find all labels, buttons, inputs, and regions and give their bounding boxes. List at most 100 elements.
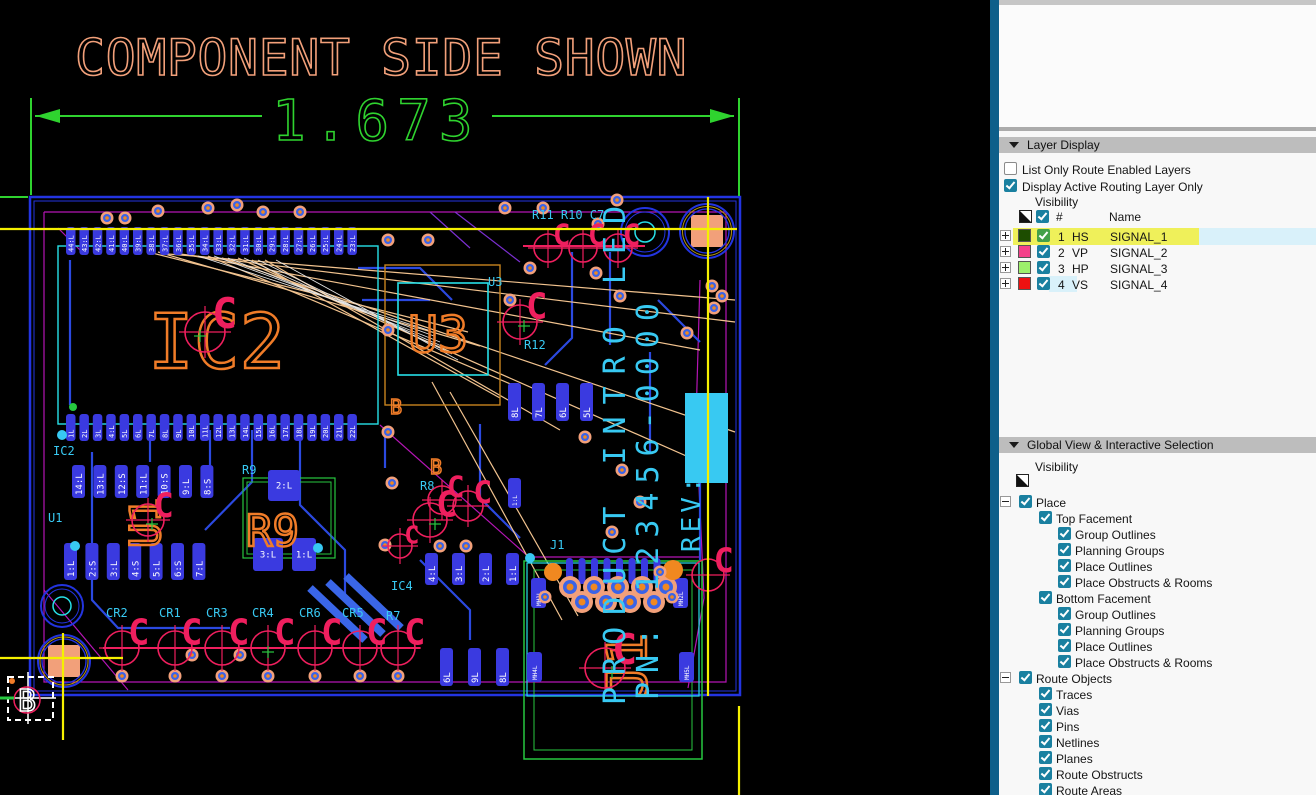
tree-checkbox[interactable] — [1058, 623, 1071, 636]
svg-text:2:L: 2:L — [276, 482, 292, 492]
layer-display-header[interactable]: Layer Display — [999, 137, 1316, 153]
visibility-all-icon[interactable] — [1019, 210, 1032, 223]
tree-item-label[interactable]: Netlines — [1056, 736, 1099, 750]
list-only-route-enabled-checkbox[interactable] — [1004, 162, 1017, 175]
svg-text:C: C — [404, 521, 419, 550]
layer-number[interactable]: 1 — [1058, 230, 1065, 244]
tree-item-label[interactable]: Top Facement — [1056, 512, 1132, 526]
layer-visibility-checkbox[interactable] — [1037, 261, 1050, 274]
layer-code[interactable]: VP — [1072, 246, 1088, 260]
layer-color-swatch[interactable] — [1018, 229, 1031, 242]
tree-checkbox[interactable] — [1039, 703, 1052, 716]
collapse-triangle-icon[interactable] — [1009, 142, 1019, 148]
layer-name[interactable]: SIGNAL_4 — [1110, 278, 1167, 292]
layer-code[interactable]: HP — [1072, 262, 1089, 276]
svg-text:6L: 6L — [135, 430, 143, 438]
layer-expand-icon[interactable] — [1000, 278, 1011, 289]
tree-item-label[interactable]: Group Outlines — [1075, 608, 1156, 622]
global-view-header[interactable]: Global View & Interactive Selection — [999, 437, 1316, 453]
tree-item-label[interactable]: Group Outlines — [1075, 528, 1156, 542]
tree-checkbox[interactable] — [1019, 671, 1032, 684]
tree-checkbox[interactable] — [1039, 735, 1052, 748]
layer-number[interactable]: 4 — [1058, 278, 1065, 292]
layer-code[interactable]: HS — [1072, 230, 1089, 244]
visibility-all-checkbox[interactable] — [1036, 210, 1049, 223]
svg-text:27:L: 27:L — [295, 235, 303, 252]
tree-item-label[interactable]: Planes — [1056, 752, 1093, 766]
tree-checkbox[interactable] — [1019, 495, 1032, 508]
svg-text:28:L: 28:L — [282, 235, 290, 252]
svg-text:CR3: CR3 — [206, 606, 228, 620]
layer-visibility-checkbox[interactable] — [1037, 245, 1050, 258]
tree-item-label[interactable]: Place Obstructs & Rooms — [1075, 656, 1212, 670]
tree-checkbox[interactable] — [1058, 527, 1071, 540]
svg-text:6:S: 6:S — [174, 561, 184, 577]
svg-text:IC4: IC4 — [391, 579, 413, 593]
layer-number[interactable]: 2 — [1058, 246, 1065, 260]
layer-visibility-checkbox[interactable] — [1037, 229, 1050, 242]
svg-text:38:L: 38:L — [148, 235, 156, 252]
tree-item-label[interactable]: Pins — [1056, 720, 1079, 734]
svg-text:7L: 7L — [535, 407, 545, 418]
tree-checkbox[interactable] — [1039, 767, 1052, 780]
tree-item-label[interactable]: Place Obstructs & Rooms — [1075, 576, 1212, 590]
tree-item-label[interactable]: Route Areas — [1056, 784, 1122, 795]
svg-text:C: C — [714, 541, 734, 580]
layer-expand-icon[interactable] — [1000, 262, 1011, 273]
svg-text:B: B — [390, 395, 402, 419]
design-canvas[interactable]: 44:L43:L42:L41:L40:L39:L38:L37:L36:L35:L… — [0, 0, 990, 795]
tree-checkbox[interactable] — [1058, 559, 1071, 572]
layer-code[interactable]: VS — [1072, 278, 1088, 292]
tree-checkbox[interactable] — [1039, 719, 1052, 732]
tree-item-label[interactable]: Planning Groups — [1075, 624, 1164, 638]
tree-item-label[interactable]: Traces — [1056, 688, 1092, 702]
layer-name[interactable]: SIGNAL_1 — [1110, 230, 1167, 244]
svg-text:32:L: 32:L — [228, 235, 236, 252]
svg-text:25:L: 25:L — [322, 235, 330, 252]
svg-text:8:S: 8:S — [204, 479, 214, 495]
tree-item-label[interactable]: Planning Groups — [1075, 544, 1164, 558]
layer-color-swatch[interactable] — [1018, 277, 1031, 290]
tree-checkbox[interactable] — [1058, 607, 1071, 620]
svg-text:11L: 11L — [202, 425, 210, 438]
global-visibility-all-icon[interactable] — [1016, 474, 1029, 487]
tree-item-label[interactable]: Vias — [1056, 704, 1079, 718]
tree-checkbox[interactable] — [1058, 655, 1071, 668]
silkscreen-title: COMPONENT SIDE SHOWN — [75, 29, 687, 87]
tree-checkbox[interactable] — [1039, 687, 1052, 700]
pcb-drawing[interactable]: 44:L43:L42:L41:L40:L39:L38:L37:L36:L35:L… — [0, 0, 990, 795]
layer-name[interactable]: SIGNAL_3 — [1110, 262, 1167, 276]
layer-color-swatch[interactable] — [1018, 261, 1031, 274]
tree-checkbox[interactable] — [1058, 543, 1071, 556]
tree-checkbox[interactable] — [1039, 783, 1052, 795]
tree-expand-icon[interactable] — [1000, 496, 1011, 507]
tree-item-label[interactable]: Place Outlines — [1075, 640, 1152, 654]
layer-expand-icon[interactable] — [1000, 246, 1011, 257]
tree-item-label[interactable]: Bottom Facement — [1056, 592, 1151, 606]
tree-item-label[interactable]: Route Obstructs — [1056, 768, 1143, 782]
tree-checkbox[interactable] — [1039, 511, 1052, 524]
svg-text:5L: 5L — [121, 430, 129, 438]
tree-checkbox[interactable] — [1039, 591, 1052, 604]
tree-item-label[interactable]: Route Objects — [1036, 672, 1112, 686]
svg-text:6L: 6L — [559, 407, 569, 418]
layer-color-swatch[interactable] — [1018, 245, 1031, 258]
layer-name[interactable]: SIGNAL_2 — [1110, 246, 1167, 260]
layer-expand-icon[interactable] — [1000, 230, 1011, 241]
tree-expand-icon[interactable] — [1000, 672, 1011, 683]
tree-item-label[interactable]: Place Outlines — [1075, 560, 1152, 574]
collapse-triangle-icon[interactable] — [1009, 442, 1019, 448]
svg-text:15L: 15L — [255, 425, 263, 438]
tree-item-label[interactable]: Place — [1036, 496, 1066, 510]
layer-visibility-checkbox[interactable] — [1037, 277, 1050, 290]
tree-checkbox[interactable] — [1058, 639, 1071, 652]
tree-checkbox[interactable] — [1039, 751, 1052, 764]
svg-text:34:L: 34:L — [202, 235, 210, 252]
tree-checkbox[interactable] — [1058, 575, 1071, 588]
display-active-routing-checkbox[interactable] — [1004, 179, 1017, 192]
panel-splitter[interactable] — [990, 0, 999, 795]
layer-list: 1 HS SIGNAL_1 2 VP SIGNAL_2 3 HP SIGNAL_3 4 VS SIGN… — [999, 229, 1316, 299]
svg-text:IC2: IC2 — [53, 444, 75, 458]
layer-number[interactable]: 3 — [1058, 262, 1065, 276]
svg-text:12L: 12L — [215, 425, 223, 438]
